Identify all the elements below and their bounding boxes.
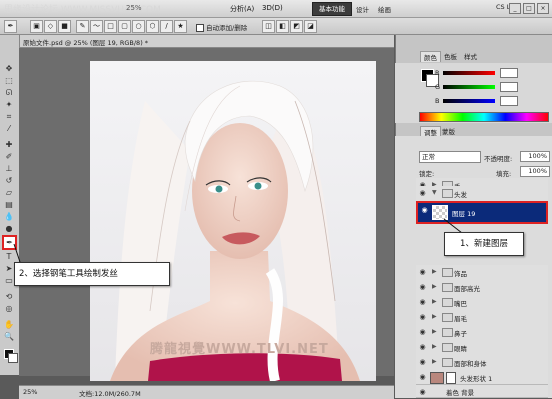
callout-leaders	[13, 218, 463, 263]
callout-new-layer: 1、新建图层	[444, 232, 524, 256]
callout-pen-tool: 2、选择钢笔工具绘制发丝	[14, 262, 170, 286]
